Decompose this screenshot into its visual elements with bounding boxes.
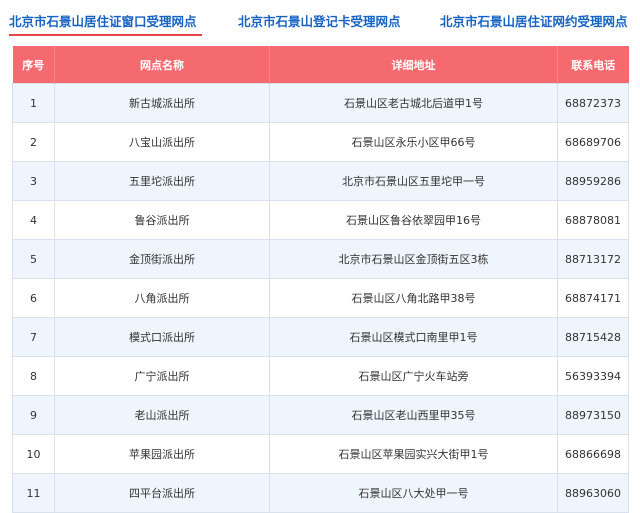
table-row: 2 八宝山派出所 石景山区永乐小区甲66号 68689706 — [12, 122, 629, 162]
cell-name: 金顶街派出所 — [54, 239, 270, 279]
cell-index: 7 — [12, 317, 55, 357]
cell-name: 模式口派出所 — [54, 317, 270, 357]
table-row: 4 鲁谷派出所 石景山区鲁谷依翠园甲16号 68878081 — [12, 200, 629, 240]
cell-phone: 68689706 — [557, 122, 629, 162]
cell-index: 1 — [12, 83, 55, 123]
cell-name: 鲁谷派出所 — [54, 200, 270, 240]
cell-index: 3 — [12, 161, 55, 201]
cell-name: 广宁派出所 — [54, 356, 270, 396]
cell-address: 石景山区永乐小区甲66号 — [269, 122, 558, 162]
table-row: 11 四平台派出所 石景山区八大处甲一号 88963060 — [12, 473, 629, 513]
cell-phone: 88963060 — [557, 473, 629, 513]
table-row: 10 苹果园派出所 石景山区苹果园实兴大街甲1号 68866698 — [12, 434, 629, 474]
cell-index: 11 — [12, 473, 55, 513]
cell-address: 北京市石景山区五里坨甲一号 — [269, 161, 558, 201]
cell-address: 北京市石景山区金顶街五区3栋 — [269, 239, 558, 279]
table-row: 1 新古城派出所 石景山区老古城北后道甲1号 68872373 — [12, 83, 629, 123]
cell-phone: 88959286 — [557, 161, 629, 201]
active-tab-indicator — [9, 34, 202, 36]
table-row: 8 广宁派出所 石景山区广宁火车站旁 56393394 — [12, 356, 629, 396]
cell-name: 新古城派出所 — [54, 83, 270, 123]
cell-name: 八宝山派出所 — [54, 122, 270, 162]
cell-phone: 88713172 — [557, 239, 629, 279]
cell-address: 石景山区鲁谷依翠园甲16号 — [269, 200, 558, 240]
cell-phone: 88715428 — [557, 317, 629, 357]
tab-registration-card-points[interactable]: 北京市石景山登记卡受理网点 — [238, 11, 401, 30]
header-phone: 联系电话 — [557, 46, 629, 84]
table-row: 3 五里坨派出所 北京市石景山区五里坨甲一号 88959286 — [12, 161, 629, 201]
table-row: 6 八角派出所 石景山区八角北路甲38号 68874171 — [12, 278, 629, 318]
table-row: 9 老山派出所 石景山区老山西里甲35号 88973150 — [12, 395, 629, 435]
cell-address: 石景山区苹果园实兴大街甲1号 — [269, 434, 558, 474]
cell-index: 6 — [12, 278, 55, 318]
cell-name: 五里坨派出所 — [54, 161, 270, 201]
cell-index: 10 — [12, 434, 55, 474]
cell-address: 石景山区模式口南里甲1号 — [269, 317, 558, 357]
cell-phone: 68866698 — [557, 434, 629, 474]
cell-phone: 68872373 — [557, 83, 629, 123]
tab-bar: 北京市石景山居住证窗口受理网点 北京市石景山登记卡受理网点 北京市石景山居住证网… — [0, 0, 640, 40]
cell-phone: 68874171 — [557, 278, 629, 318]
cell-phone: 88973150 — [557, 395, 629, 435]
table-row: 7 模式口派出所 石景山区模式口南里甲1号 88715428 — [12, 317, 629, 357]
cell-name: 老山派出所 — [54, 395, 270, 435]
table-body: 1 新古城派出所 石景山区老古城北后道甲1号 68872373 2 八宝山派出所 石景山区永… — [12, 83, 629, 513]
cell-name: 八角派出所 — [54, 278, 270, 318]
cell-index: 8 — [12, 356, 55, 396]
table-row: 5 金顶街派出所 北京市石景山区金顶街五区3栋 88713172 — [12, 239, 629, 279]
cell-index: 9 — [12, 395, 55, 435]
tab-window-service-points[interactable]: 北京市石景山居住证窗口受理网点 — [9, 11, 197, 30]
cell-index: 5 — [12, 239, 55, 279]
cell-phone: 56393394 — [557, 356, 629, 396]
cell-phone: 68878081 — [557, 200, 629, 240]
cell-index: 4 — [12, 200, 55, 240]
cell-index: 2 — [12, 122, 55, 162]
header-index: 序号 — [12, 46, 55, 84]
cell-address: 石景山区八角北路甲38号 — [269, 278, 558, 318]
cell-address: 石景山区老山西里甲35号 — [269, 395, 558, 435]
service-points-table: 序号 网点名称 详细地址 联系电话 1 新古城派出所 石景山区老古城北后道甲1号 68… — [12, 46, 629, 513]
header-name: 网点名称 — [54, 46, 270, 84]
header-address: 详细地址 — [269, 46, 558, 84]
cell-name: 苹果园派出所 — [54, 434, 270, 474]
cell-name: 四平台派出所 — [54, 473, 270, 513]
cell-address: 石景山区广宁火车站旁 — [269, 356, 558, 396]
cell-address: 石景山区老古城北后道甲1号 — [269, 83, 558, 123]
tab-online-appointment-points[interactable]: 北京市石景山居住证网约受理网点 — [440, 11, 628, 30]
table-header-row: 序号 网点名称 详细地址 联系电话 — [12, 46, 629, 84]
cell-address: 石景山区八大处甲一号 — [269, 473, 558, 513]
